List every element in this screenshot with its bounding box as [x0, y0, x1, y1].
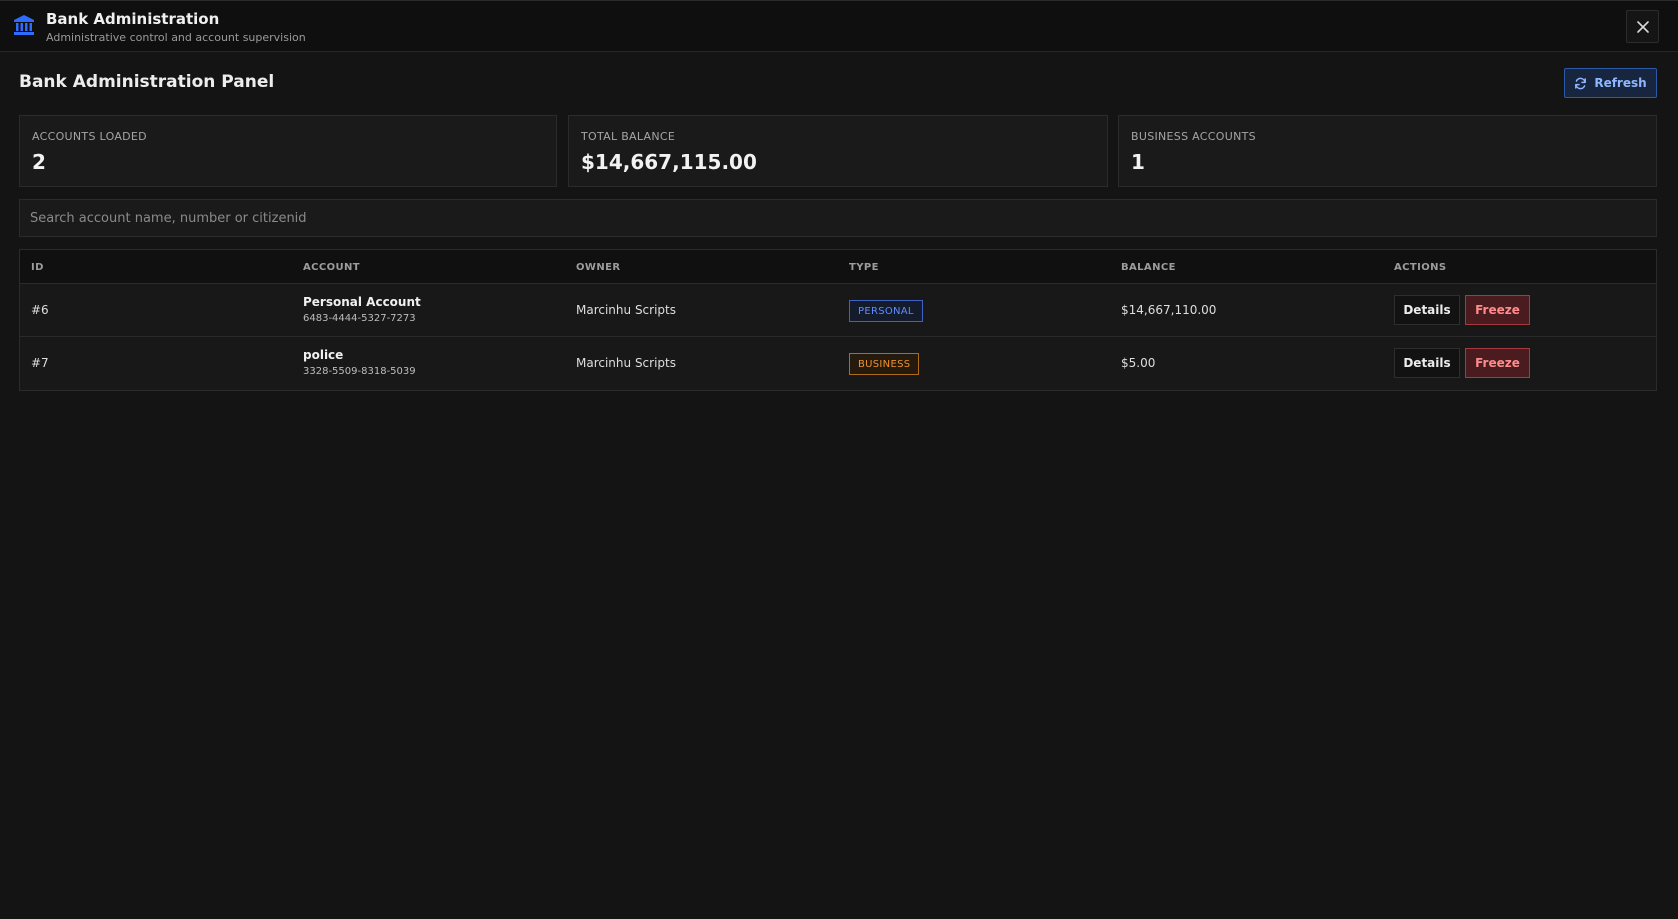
stat-label: ACCOUNTS LOADED: [32, 130, 147, 143]
refresh-label: Refresh: [1594, 76, 1647, 90]
stat-value: 1: [1131, 150, 1145, 174]
top-bar: Bank Administration Administrative contr…: [0, 0, 1678, 52]
app-title: Bank Administration: [46, 10, 220, 28]
column-header-owner: OWNER: [576, 262, 621, 273]
column-header-account: ACCOUNT: [303, 262, 361, 273]
refresh-button[interactable]: Refresh: [1564, 68, 1657, 98]
account-owner: Marcinhu Scripts: [576, 356, 676, 370]
accounts-table: ID ACCOUNT OWNER TYPE BALANCE ACTIONS #6…: [19, 249, 1657, 391]
bank-icon: [14, 15, 34, 35]
page-title: Bank Administration Panel: [19, 72, 275, 92]
search-input[interactable]: [19, 199, 1657, 237]
account-number: 6483-4444-5327-7273: [303, 313, 416, 324]
account-balance: $5.00: [1121, 356, 1156, 370]
freeze-button[interactable]: Freeze: [1465, 348, 1530, 378]
refresh-icon: [1575, 77, 1587, 89]
stat-card-accounts-loaded: ACCOUNTS LOADED 2: [19, 115, 557, 187]
account-id: #6: [31, 303, 49, 317]
stat-value: 2: [32, 150, 46, 174]
table-header: ID ACCOUNT OWNER TYPE BALANCE ACTIONS: [20, 250, 1656, 284]
column-header-balance: BALANCE: [1121, 262, 1176, 273]
stat-label: TOTAL BALANCE: [581, 130, 676, 143]
stat-label: BUSINESS ACCOUNTS: [1131, 130, 1256, 143]
stat-card-total-balance: TOTAL BALANCE $14,667,115.00: [568, 115, 1108, 187]
table-row: #6 Personal Account 6483-4444-5327-7273 …: [20, 284, 1656, 337]
close-button[interactable]: [1626, 10, 1659, 43]
type-badge-business: BUSINESS: [849, 353, 920, 375]
details-button[interactable]: Details: [1394, 295, 1460, 325]
stat-value: $14,667,115.00: [581, 150, 757, 174]
details-button[interactable]: Details: [1394, 348, 1460, 378]
account-id: #7: [31, 356, 49, 370]
table-row: #7 police 3328-5509-8318-5039 Marcinhu S…: [20, 337, 1656, 390]
app-subtitle: Administrative control and account super…: [46, 31, 306, 44]
column-header-actions: ACTIONS: [1394, 262, 1447, 273]
freeze-button[interactable]: Freeze: [1465, 295, 1530, 325]
account-balance: $14,667,110.00: [1121, 303, 1217, 317]
close-icon: [1636, 20, 1649, 33]
type-badge-personal: PERSONAL: [849, 300, 923, 322]
account-owner: Marcinhu Scripts: [576, 303, 676, 317]
account-number: 3328-5509-8318-5039: [303, 366, 416, 377]
account-name: police: [303, 348, 344, 362]
column-header-id: ID: [31, 262, 44, 273]
stat-card-business-accounts: BUSINESS ACCOUNTS 1: [1118, 115, 1657, 187]
column-header-type: TYPE: [849, 262, 879, 273]
account-name: Personal Account: [303, 295, 421, 309]
